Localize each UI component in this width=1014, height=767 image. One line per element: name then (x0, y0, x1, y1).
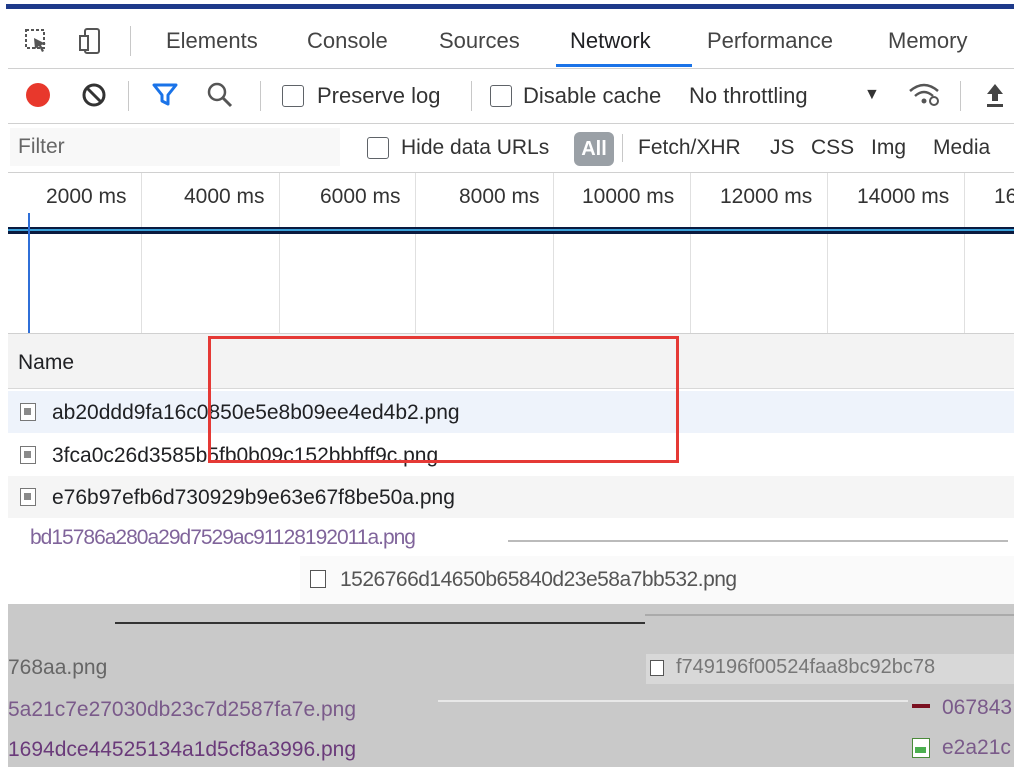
overview-tick: 10000 ms (582, 185, 675, 208)
filter-type-css[interactable]: CSS (811, 136, 854, 160)
request-name: 1526766d14650b65840d23e58a7bb532.png (340, 568, 737, 591)
hide-data-urls-checkbox[interactable] (367, 137, 389, 159)
overview-tick: 4000 ms (184, 185, 265, 208)
tab-network[interactable]: Network (570, 28, 651, 54)
request-name: bd15786a280a29d7529ac91128192011a.png (30, 526, 416, 549)
inspect-element-icon[interactable] (22, 26, 52, 56)
glitch-row-3-right: f749196f00524faa8bc92bc78 (646, 654, 1014, 684)
glitch-row-1: bd15786a280a29d7529ac91128192011a.png (8, 520, 1014, 558)
filter-type-fetch-xhr[interactable]: Fetch/XHR (638, 136, 741, 160)
image-file-icon (20, 446, 36, 464)
image-file-icon (650, 660, 664, 676)
request-name: f749196f00524faa8bc92bc78 (676, 656, 936, 678)
disable-cache-label: Disable cache (523, 83, 662, 108)
tab-performance[interactable]: Performance (707, 28, 833, 54)
request-name: 067843 (942, 696, 1013, 719)
request-name: 768aa.png (8, 656, 108, 679)
request-name: e2a21c (942, 736, 1011, 759)
filter-funnel-icon[interactable] (151, 82, 179, 108)
overview-tick: 8000 ms (459, 185, 540, 208)
request-name: 5a21c7e27030db23c7d2587fa7e.png (8, 698, 357, 721)
glitch-row-2: 1526766d14650b65840d23e58a7bb532.png (300, 556, 1014, 606)
overview-tick: 14000 ms (857, 185, 950, 208)
overview-tick: 16 (994, 185, 1014, 208)
filter-type-img[interactable]: Img (871, 136, 906, 160)
chevron-down-icon[interactable]: ▼ (864, 86, 880, 104)
hide-data-urls-label: Hide data URLs (401, 136, 550, 159)
devtools-tab-bar: Elements Console Sources Network Perform… (8, 14, 1014, 69)
preserve-log-checkbox[interactable] (282, 85, 304, 107)
clear-icon[interactable] (80, 81, 108, 109)
record-button[interactable] (26, 83, 50, 107)
filter-bar: Hide data URLs All Fetch/XHR JS CSS Img … (8, 124, 1014, 173)
search-icon[interactable] (206, 81, 234, 109)
filter-type-js[interactable]: JS (770, 136, 795, 160)
network-conditions-icon[interactable] (906, 79, 942, 109)
table-row[interactable]: e76b97efb6d730929b9e63e67f8be50a.png (8, 476, 1014, 518)
filter-type-media[interactable]: Media (933, 136, 990, 160)
timeline-bar (8, 227, 1014, 234)
preserve-log-label: Preserve log (317, 83, 441, 108)
image-file-icon (310, 570, 326, 588)
overview-tick: 6000 ms (320, 185, 401, 208)
network-overview[interactable]: 2000 ms 4000 ms 6000 ms 8000 ms 10000 ms… (8, 173, 1014, 334)
timeline-cursor (28, 213, 30, 333)
overview-tick: 12000 ms (720, 185, 813, 208)
request-name: e76b97efb6d730929b9e63e67f8be50a.png (52, 486, 455, 509)
window-top-strip (0, 0, 1014, 10)
disable-cache-checkbox[interactable] (490, 85, 512, 107)
active-tab-indicator (556, 64, 692, 67)
image-file-icon (912, 738, 930, 758)
highlight-annotation-box (208, 336, 679, 463)
tab-memory[interactable]: Memory (888, 28, 967, 54)
throttling-select[interactable]: No throttling (689, 83, 808, 109)
overview-tick: 2000 ms (46, 185, 127, 208)
device-toolbar-icon[interactable] (76, 26, 106, 56)
status-marker (912, 704, 930, 708)
tab-sources[interactable]: Sources (439, 28, 520, 54)
request-name: 1694dce44525134a1d5cf8a3996.png (8, 738, 357, 761)
image-file-icon (20, 488, 36, 506)
tab-elements[interactable]: Elements (166, 28, 258, 54)
image-file-icon (20, 403, 36, 421)
tab-console[interactable]: Console (307, 28, 388, 54)
filter-input[interactable] (10, 128, 340, 166)
import-har-icon[interactable] (984, 81, 1006, 109)
network-toolbar: Preserve log Disable cache No throttling… (8, 69, 1014, 124)
filter-type-all[interactable]: All (574, 132, 614, 166)
